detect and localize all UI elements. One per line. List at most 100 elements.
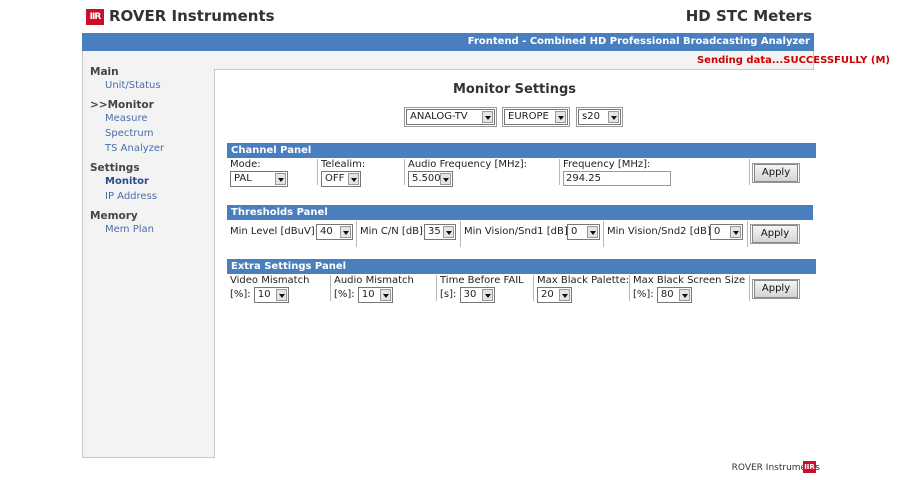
min-level-select-value: 40 [320, 226, 333, 237]
channel-select-value: s20 [582, 111, 600, 122]
sidebar: Main Unit/Status >>Monitor Measure Spect… [90, 64, 210, 243]
frequency-input[interactable]: 294.25 [563, 171, 671, 186]
max-black-palette-field: Max Black Palette: 20 [534, 275, 630, 303]
nav-heading-main: Main [90, 66, 119, 78]
max-black-palette-select-value: 20 [541, 289, 554, 300]
nav-group-settings: Settings Monitor IP Address [90, 162, 210, 204]
channel-panel: Mode: PAL Telealim: OFF Audio Frequency … [227, 159, 816, 187]
telealim-select-value: OFF [325, 173, 345, 184]
sidebar-item-measure[interactable]: Measure [90, 111, 210, 126]
extra-settings-panel-header: Extra Settings Panel [227, 259, 816, 274]
video-mismatch-unit: [%]: [230, 289, 251, 300]
region-select[interactable]: EUROPE [504, 109, 568, 125]
frequency-label: Frequency [MHz]: [563, 159, 651, 170]
max-black-screen-size-select[interactable]: 80 [656, 287, 692, 303]
telealim-field: Telealim: OFF [318, 159, 405, 187]
time-before-fail-label: Time Before FAIL [440, 275, 524, 286]
main-content: Monitor Settings ANALOG-TV EUROPE s20 Ch… [214, 69, 816, 458]
audio-frequency-field: Audio Frequency [MHz]: 5.500 [405, 159, 560, 187]
min-vision-snd2-select-value: 0 [714, 226, 721, 237]
sidebar-item-ip-address[interactable]: IP Address [90, 189, 210, 204]
min-vision-snd1-select[interactable]: 0 [567, 224, 600, 240]
mode-select[interactable]: PAL [230, 171, 288, 187]
rover-footer-logo-icon: IIR [803, 461, 816, 473]
standard-select[interactable]: ANALOG-TV [406, 109, 495, 125]
subtitle-bar: Frontend - Combined HD Professional Broa… [82, 33, 814, 51]
max-black-screen-size-unit: [%]: [633, 289, 654, 300]
chevron-down-icon [555, 111, 566, 123]
extra-apply-button[interactable]: Apply [754, 280, 798, 298]
video-mismatch-select[interactable]: 10 [253, 287, 289, 303]
chevron-down-icon [608, 111, 619, 123]
brand-name: ROVER Instruments [109, 7, 275, 25]
extra-apply-box: Apply [752, 279, 800, 299]
frequency-field: Frequency [MHz]: 294.25 [560, 159, 750, 186]
min-vision-snd2-label: Min Vision/Snd2 [dB]: [607, 226, 715, 237]
sidebar-item-monitor[interactable]: Monitor [90, 174, 210, 189]
product-name: HD STC Meters [685, 7, 812, 25]
channel-apply-button[interactable]: Apply [754, 164, 798, 182]
standard-select-value: ANALOG-TV [410, 111, 468, 122]
min-cn-select-value: 35 [428, 226, 441, 237]
page-title: Monitor Settings [452, 82, 577, 97]
time-before-fail-select[interactable]: 30 [459, 287, 495, 303]
min-level-field: Min Level [dBuV]: 40 [227, 221, 357, 247]
header: IIR ROVER Instruments HD STC Meters [82, 4, 814, 30]
time-before-fail-select-value: 30 [463, 289, 477, 300]
sidebar-item-spectrum[interactable]: Spectrum [90, 126, 210, 141]
audio-mismatch-unit: [%]: [334, 289, 355, 300]
channel-apply-box: Apply [752, 163, 800, 183]
audio-frequency-select[interactable]: 5.500 [408, 171, 453, 187]
region-select-box: EUROPE [502, 107, 570, 127]
chevron-down-icon [559, 289, 570, 301]
time-before-fail-unit: [s]: [440, 289, 457, 300]
min-vision-snd1-label: Min Vision/Snd1 [dB]: [464, 226, 572, 237]
status-message: Sending data...SUCCESSFULLY (M) [696, 55, 890, 66]
video-mismatch-field: Video Mismatch [%]: 10 [227, 275, 331, 303]
chevron-down-icon [348, 173, 359, 185]
telealim-select[interactable]: OFF [321, 171, 361, 187]
chevron-down-icon [482, 111, 493, 123]
sidebar-item-ts-analyzer[interactable]: TS Analyzer [90, 141, 210, 156]
min-level-label: Min Level [dBuV]: [230, 226, 319, 237]
min-vision-snd2-select[interactable]: 0 [710, 224, 743, 240]
extra-settings-panel: Video Mismatch [%]: 10 Audio Mismatch [%… [227, 275, 816, 303]
video-mismatch-label: Video Mismatch [230, 275, 310, 286]
nav-group-monitor: >>Monitor Measure Spectrum TS Analyzer [90, 99, 210, 156]
audio-mismatch-label: Audio Mismatch [334, 275, 414, 286]
audio-mismatch-select[interactable]: 10 [357, 287, 393, 303]
max-black-screen-size-field: Max Black Screen Size [%]: 80 [630, 275, 750, 303]
sidebar-item-mem-plan[interactable]: Mem Plan [90, 222, 210, 237]
chevron-down-icon [275, 173, 286, 185]
chevron-down-icon [481, 289, 493, 301]
nav-heading-memory: Memory [90, 210, 138, 222]
chevron-down-icon [443, 226, 454, 238]
channel-select[interactable]: s20 [578, 109, 621, 125]
thresholds-panel: Min Level [dBuV]: 40 Min C/N [dB]: 35 Mi… [227, 221, 813, 247]
time-before-fail-field: Time Before FAIL [s]: 30 [437, 275, 534, 303]
min-cn-label: Min C/N [dB]: [360, 226, 427, 237]
min-vision-snd1-select-value: 0 [571, 226, 578, 237]
nav-heading-monitor: >>Monitor [90, 99, 154, 111]
standard-select-box: ANALOG-TV [404, 107, 497, 127]
channel-panel-header: Channel Panel [227, 143, 816, 158]
sidebar-item-unit-status[interactable]: Unit/Status [90, 78, 210, 93]
chevron-down-icon [678, 289, 690, 301]
max-black-screen-size-label: Max Black Screen Size [633, 275, 746, 286]
chevron-down-icon [340, 226, 351, 238]
min-cn-select[interactable]: 35 [424, 224, 456, 240]
min-cn-field: Min C/N [dB]: 35 [357, 221, 461, 247]
min-level-select[interactable]: 40 [316, 224, 353, 240]
thresholds-apply-box: Apply [750, 224, 800, 244]
chevron-down-icon [440, 173, 451, 185]
audio-frequency-label: Audio Frequency [MHz]: [408, 159, 528, 170]
max-black-palette-label: Max Black Palette: [537, 275, 630, 286]
thresholds-apply-button[interactable]: Apply [752, 225, 798, 243]
chevron-down-icon [587, 226, 598, 238]
max-black-screen-size-select-value: 80 [660, 289, 674, 300]
channel-select-box: s20 [576, 107, 623, 127]
max-black-palette-select[interactable]: 20 [537, 287, 572, 303]
mode-select-value: PAL [234, 173, 252, 184]
chevron-down-icon [275, 289, 287, 301]
chevron-down-icon [379, 289, 391, 301]
